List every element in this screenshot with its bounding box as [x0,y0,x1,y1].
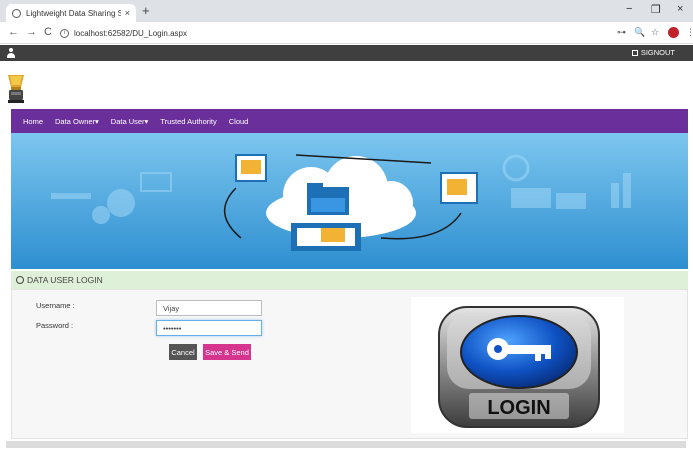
site-logo [8,75,24,103]
forward-button[interactable]: → [26,26,37,38]
username-label: Username : [36,301,75,310]
tab-close-icon[interactable]: × [125,8,130,18]
user-icon [7,48,15,58]
main-nav: Home Data Owner▾ Data User▾ Trusted Auth… [11,109,688,133]
signout-link[interactable]: SIGNOUT [631,48,675,57]
zoom-icon[interactable]: 🔍 [634,27,645,38]
circle-icon [16,276,24,284]
profile-avatar[interactable] [668,27,679,38]
key-icon[interactable]: ⊶ [617,27,626,38]
tab-title: Lightweight Data Sharing Schem [26,8,121,18]
browser-menu-icon[interactable]: ⋮ [686,27,693,38]
username-value: Vijay [163,303,180,313]
restore-button[interactable]: ❐ [651,3,661,16]
signout-icon [631,50,638,56]
username-input[interactable]: Vijay [156,300,262,316]
horizontal-scrollbar[interactable] [6,441,686,448]
password-value: ••••••• [163,323,182,333]
browser-tab[interactable]: Lightweight Data Sharing Schem × [6,4,136,22]
browser-tab-strip: Lightweight Data Sharing Schem × + − ❐ × [0,0,693,22]
minimize-button[interactable]: − [626,3,632,15]
app-top-bar: SIGNOUT [0,45,693,61]
new-tab-button[interactable]: + [142,3,150,18]
cancel-button[interactable]: Cancel [169,344,197,360]
password-input[interactable]: ••••••• [156,320,262,336]
info-icon[interactable]: i [60,28,69,38]
bookmark-star-icon[interactable]: ☆ [651,27,659,38]
browser-toolbar: ← → C i localhost:62582/DU_Login.aspx ⊶ … [0,22,693,44]
login-image-text: LOGIN [487,397,550,419]
globe-icon [12,8,21,18]
cloud-banner-image [11,133,688,269]
address-bar[interactable]: i localhost:62582/DU_Login.aspx [60,25,600,41]
login-key-image: LOGIN [411,297,624,433]
nav-cloud[interactable]: Cloud [229,117,249,126]
section-header: DATA USER LOGIN [11,271,688,289]
save-send-button[interactable]: Save & Send [203,344,251,360]
nav-data-user[interactable]: Data User▾ [111,117,149,126]
nav-trusted-authority[interactable]: Trusted Authority [160,117,216,126]
window-close-button[interactable]: × [677,3,683,15]
password-label: Password : [36,321,74,330]
nav-data-owner[interactable]: Data Owner▾ [55,117,99,126]
url-text: localhost:62582/DU_Login.aspx [74,28,187,38]
back-button[interactable]: ← [8,26,19,38]
reload-button[interactable]: C [44,26,52,38]
nav-home[interactable]: Home [23,117,43,126]
section-title: DATA USER LOGIN [27,275,103,285]
